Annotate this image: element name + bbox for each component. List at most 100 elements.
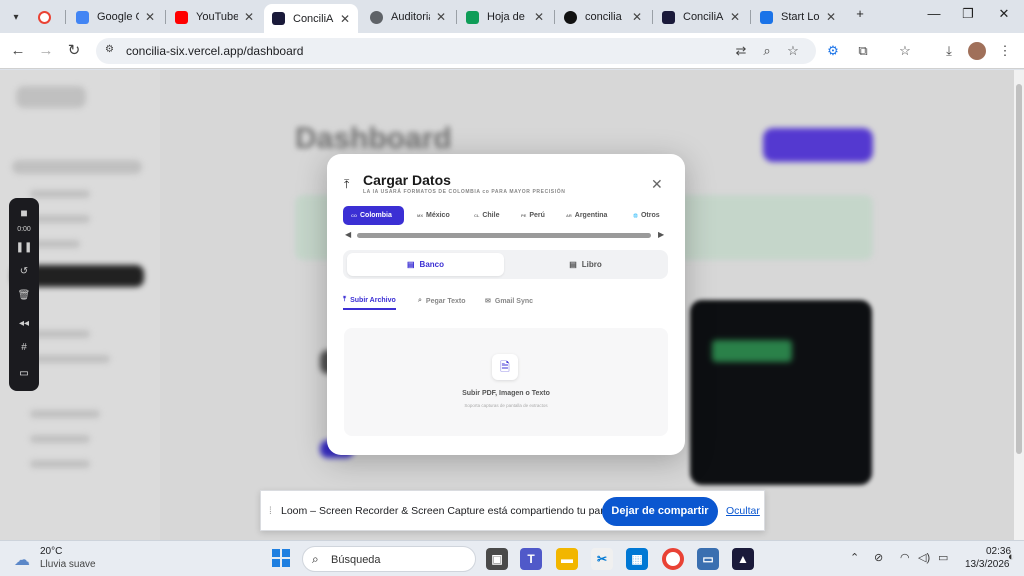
vercel-icon (564, 10, 577, 24)
scroll-thumb[interactable] (357, 233, 651, 238)
hide-link[interactable]: Ocultar (726, 505, 760, 517)
country-others[interactable]: 🌐 Otros (625, 206, 668, 225)
scroll-right-icon[interactable]: ▶ (658, 230, 664, 239)
close-icon[interactable]: ✕ (244, 10, 254, 24)
extensions-icon[interactable]: ⧉ (854, 42, 872, 60)
segment-banco[interactable]: ▤ Banco (347, 253, 504, 276)
trash-icon[interactable]: 🗑 (9, 290, 39, 301)
browser-chrome: ▾ Google C ✕ YouTube ✕ ConciliAI ✕ Audit… (0, 0, 1024, 70)
close-icon[interactable]: ✕ (340, 12, 350, 26)
url-text[interactable]: concilia-six.vercel.app/dashboard (126, 44, 303, 58)
battery-icon[interactable]: ▭ (938, 551, 948, 564)
tab-conciliai-active[interactable]: ConciliAI ✕ (264, 4, 358, 33)
conciliai-app-icon[interactable]: ▲ (732, 548, 754, 570)
bookmark-star-icon[interactable]: ☆ (784, 42, 802, 60)
tab-label: Google C (97, 11, 139, 23)
page-scrollbar[interactable] (1014, 70, 1024, 540)
tab-recording[interactable] (30, 4, 62, 30)
restart-icon[interactable]: ↺ (9, 266, 39, 277)
windows-start-icon[interactable] (272, 549, 290, 567)
search-icon: ⌕ (312, 552, 319, 566)
task-view-icon[interactable]: ▣ (486, 548, 508, 570)
country-mexico[interactable]: MX México (409, 206, 458, 225)
taskbar-search[interactable]: ⌕ Búsqueda (302, 546, 476, 572)
tab-search-icon[interactable]: ▾ (6, 8, 26, 26)
mail-icon: ✉ (485, 298, 491, 305)
clock-date[interactable]: 13/3/2026 (965, 559, 1010, 570)
tab-conciliai-2[interactable]: ConciliAI ✕ (654, 4, 748, 30)
tab-subir-archivo[interactable]: ⤒ Subir Archivo (343, 292, 396, 310)
country-name: Colombia (360, 212, 392, 219)
site-info-icon[interactable]: ⚙ (105, 44, 117, 56)
address-bar[interactable]: ⚙ concilia-six.vercel.app/dashboard ⇄ ⌕ … (96, 38, 816, 64)
chrome-icon[interactable] (662, 548, 684, 570)
stop-icon[interactable]: ■ (9, 206, 39, 220)
modal-subtitle: LA IA USARÁ FORMATOS DE COLOMBIA co PARA… (363, 189, 566, 195)
notifications-icon[interactable]: ◐ (1008, 551, 1015, 563)
country-scrollbar[interactable]: ◀ ▶ (345, 230, 667, 240)
chevron-up-icon[interactable]: ⌃ (850, 551, 859, 564)
minimize-button[interactable]: — (922, 6, 946, 21)
tab-auditoria[interactable]: Auditoria ✕ (362, 4, 454, 30)
wifi-icon[interactable]: ◠ (900, 551, 910, 564)
country-code: CL (474, 213, 480, 218)
snipping-tool-icon[interactable]: ✂ (591, 548, 613, 570)
new-tab-button[interactable]: + (848, 6, 872, 21)
download-icon[interactable]: ⤓ (940, 42, 958, 60)
bookmarks-icon[interactable]: ☆ (896, 42, 914, 60)
file-upload-icon: 🗎 (492, 354, 518, 380)
camera-icon[interactable]: ▭ (9, 368, 39, 379)
close-window-button[interactable]: ✕ (992, 6, 1016, 22)
close-icon[interactable]: ✕ (651, 176, 663, 193)
close-icon[interactable]: ✕ (730, 10, 740, 24)
menu-icon[interactable]: ⋮ (996, 42, 1014, 60)
back-icon[interactable]: ← (8, 41, 28, 61)
avatar[interactable] (968, 42, 986, 60)
document-icon: ▤ (569, 260, 577, 269)
tab-label: Hoja de c (487, 11, 528, 23)
zoom-icon[interactable]: ⌕ (758, 42, 776, 60)
scroll-left-icon[interactable]: ◀ (345, 230, 351, 239)
file-dropzone[interactable]: 🗎 Subir PDF, Imagen o Texto Soporta capt… (344, 328, 668, 436)
close-icon[interactable]: ✕ (436, 10, 446, 24)
forward-icon[interactable]: → (36, 41, 56, 61)
weather-condition[interactable]: Lluvia suave (40, 559, 96, 570)
pause-icon[interactable]: ❚❚ (9, 242, 39, 253)
close-icon[interactable]: ✕ (534, 10, 544, 24)
tab-hoja[interactable]: Hoja de c ✕ (458, 4, 552, 30)
close-icon[interactable]: ✕ (145, 10, 155, 24)
country-code: PE (521, 213, 527, 218)
loom-extension-icon[interactable]: ⚙ (824, 42, 842, 60)
country-colombia[interactable]: CO Colombia (343, 206, 404, 225)
restore-button[interactable]: ❐ (956, 6, 980, 22)
tab-google[interactable]: Google C ✕ (68, 4, 163, 30)
network-off-icon[interactable]: ⊘ (874, 551, 883, 564)
screen-share-banner: ⁞ Loom – Screen Recorder & Screen Captur… (260, 490, 765, 531)
tab-concilia[interactable]: concilia ✕ (556, 4, 650, 30)
stop-sharing-button[interactable]: Dejar de compartir (602, 497, 718, 526)
country-argentina[interactable]: AR Argentina (558, 206, 615, 225)
translate-icon[interactable]: ⇄ (732, 42, 750, 60)
volume-icon[interactable]: ◁) (918, 551, 930, 564)
store-icon[interactable]: ▦ (626, 548, 648, 570)
tab-start-loom[interactable]: Start Loo ✕ (752, 4, 844, 30)
scrollbar-thumb[interactable] (1016, 84, 1022, 454)
file-explorer-icon[interactable]: ▬ (556, 548, 578, 570)
grid-icon[interactable]: # (9, 342, 39, 353)
tab-gmail-sync[interactable]: ✉ Gmail Sync (485, 292, 533, 310)
segment-libro[interactable]: ▤ Libro (507, 253, 664, 276)
segment-label: Banco (419, 260, 444, 269)
tab-pegar-texto[interactable]: ⌕ Pegar Texto (418, 292, 465, 310)
country-chile[interactable]: CL Chile (466, 206, 507, 225)
tab-youtube[interactable]: YouTube ✕ (167, 4, 262, 30)
close-icon[interactable]: ✕ (632, 10, 642, 24)
country-peru[interactable]: PE Perú (513, 206, 553, 225)
close-icon[interactable]: ✕ (826, 10, 836, 24)
rewind-icon[interactable]: ◂◂ (9, 318, 39, 329)
temperature[interactable]: 20°C (40, 546, 62, 557)
teams-icon[interactable]: T (520, 548, 542, 570)
cloud-rain-icon[interactable]: ☁ (14, 550, 30, 570)
reload-icon[interactable]: ↻ (64, 41, 84, 61)
drag-handle-icon[interactable]: ⁞ (269, 506, 272, 517)
app-icon[interactable]: ▭ (697, 548, 719, 570)
